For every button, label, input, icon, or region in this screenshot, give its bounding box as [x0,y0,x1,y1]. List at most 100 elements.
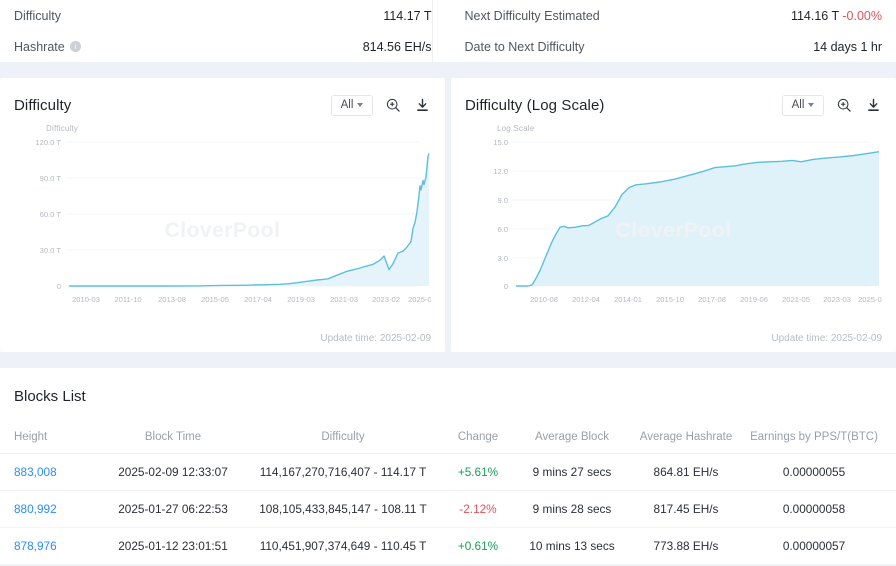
chart-axis-name-difficulty: Difficulty [46,124,79,133]
svg-text:15.0: 15.0 [493,138,508,147]
range-select-difficulty-log[interactable]: All [782,94,824,116]
range-select-difficulty[interactable]: All [331,94,373,116]
section-gap [0,62,896,78]
cell-average-hashrate: 773.88 EH/s [626,527,746,565]
svg-text:0: 0 [57,282,61,291]
col-header-difficulty: Difficulty [248,423,438,454]
chart-tools-difficulty: All [331,94,431,116]
blocks-table-head: Height Block Time Difficulty Change Aver… [0,423,896,454]
svg-text:60.0 T: 60.0 T [40,210,62,219]
svg-text:2010-03: 2010-03 [72,295,100,304]
svg-text:90.0 T: 90.0 T [40,174,62,183]
chevron-down-icon [357,103,364,107]
summary-value-difficulty: 114.17 T [383,8,432,23]
svg-text:2015-05: 2015-05 [201,295,229,304]
summary-label-difficulty: Difficulty [14,8,62,23]
chart-axis-name-difficulty-log: Log Scale [497,124,535,133]
chart-update-time-difficulty: Update time: 2025-02-09 [320,333,431,344]
col-header-earnings: Earnings by PPS/T(BTC) [746,423,896,454]
zoom-in-icon[interactable] [836,97,853,114]
svg-text:30.0 T: 30.0 T [40,246,62,255]
cell-average-block: 9 mins 28 secs [518,490,626,528]
col-header-change: Change [438,423,518,454]
blocks-list-title: Blocks List [14,388,86,405]
svg-text:12.0: 12.0 [493,167,508,176]
cell-difficulty: 110,451,907,374,649 - 110.45 T [248,527,438,565]
block-height-link[interactable]: 880,992 [14,502,57,516]
summary-label-hashrate-text: Hashrate [14,39,65,54]
chart-svg-difficulty-log: 15.0 12.0 9.0 6.0 3.0 0 2010-08 2012-04 … [493,138,882,304]
svg-text:2011-10: 2011-10 [114,295,141,304]
chart-header-difficulty: Difficulty All [14,92,431,118]
range-select-difficulty-log-label: All [791,99,805,111]
summary-value-next-difficulty: 114.16 T -0.00% [791,9,882,23]
svg-text:2023-03: 2023-03 [823,295,851,304]
cell-block-time: 2025-01-12 23:01:51 [98,527,248,565]
summary-row-difficulty: Difficulty 114.17 T [14,0,432,31]
svg-text:2025-02: 2025-02 [408,295,431,304]
cell-change: -2.12% [438,490,518,528]
chart-update-time-difficulty-log: Update time: 2025-02-09 [771,333,882,344]
svg-text:2023-02: 2023-02 [372,295,400,304]
summary-label-next-difficulty: Next Difficulty Estimated [464,8,600,23]
svg-text:2015-10: 2015-10 [656,295,684,304]
next-difficulty-value: 114.16 T [790,8,839,23]
cell-average-block: 10 mins 13 secs [518,527,626,565]
svg-text:2010-08: 2010-08 [530,295,558,304]
svg-text:3.0: 3.0 [497,254,508,263]
cell-earnings: 0.00000057 [746,527,896,565]
chart-header-difficulty-log: Difficulty (Log Scale) All [465,92,882,118]
charts-row: Difficulty All Difficulty CloverPool 120… [0,78,896,352]
table-row[interactable]: 880,992 2025-01-27 06:22:53 108,105,433,… [0,490,896,528]
chart-card-difficulty-log: Difficulty (Log Scale) All Log Scale Clo… [451,78,896,352]
cell-change: +5.61% [438,453,518,491]
col-header-block-time: Block Time [98,423,248,454]
summary-row-hashrate: Hashrate i 814.56 EH/s [14,31,432,62]
chart-tools-difficulty-log: All [782,94,882,116]
summary-strip: Difficulty 114.17 T Hashrate i 814.56 EH… [0,0,896,62]
chart-plot-difficulty: Difficulty CloverPool 120.0 T 90.0 T 60.… [14,124,431,329]
next-difficulty-delta: -0.00% [842,8,882,23]
cell-height[interactable]: 880,992 [0,490,98,528]
svg-text:6.0: 6.0 [497,225,508,234]
cell-difficulty: 114,167,270,716,407 - 114.17 T [248,453,438,491]
cell-average-hashrate: 817.45 EH/s [626,490,746,528]
svg-text:2012-04: 2012-04 [572,295,600,304]
table-header-row: Height Block Time Difficulty Change Aver… [0,423,896,454]
block-height-link[interactable]: 878,976 [14,539,57,553]
svg-text:2017-08: 2017-08 [698,295,726,304]
chart-svg-difficulty: 120.0 T 90.0 T 60.0 T 30.0 T 0 2010-03 2… [35,138,431,304]
cell-average-hashrate: 864.81 EH/s [626,453,746,491]
download-icon[interactable] [414,97,431,114]
svg-text:2019-06: 2019-06 [740,295,768,304]
difficulty-dashboard: Difficulty 114.17 T Hashrate i 814.56 EH… [0,0,896,566]
col-header-average-block: Average Block [518,423,626,454]
summary-column-right: Next Difficulty Estimated 114.16 T -0.00… [431,0,883,62]
cell-block-time: 2025-01-27 06:22:53 [98,490,248,528]
chevron-down-icon [808,103,815,107]
summary-column-left: Difficulty 114.17 T Hashrate i 814.56 EH… [14,0,432,62]
chart-plot-difficulty-log: Log Scale CloverPool 15.0 12.0 9.0 6.0 3… [465,124,882,329]
cell-difficulty: 108,105,433,845,147 - 108.11 T [248,490,438,528]
block-height-link[interactable]: 883,008 [14,465,57,479]
cell-height[interactable]: 878,976 [0,527,98,565]
download-icon[interactable] [865,97,882,114]
col-header-height: Height [0,423,98,454]
summary-value-date-next-difficulty: 14 days 1 hr [813,39,882,54]
summary-row-date-next-difficulty: Date to Next Difficulty 14 days 1 hr [465,31,883,62]
cell-block-time: 2025-02-09 12:33:07 [98,453,248,491]
info-icon[interactable]: i [69,41,81,52]
summary-value-hashrate: 814.56 EH/s [362,39,432,54]
table-row[interactable]: 883,008 2025-02-09 12:33:07 114,167,270,… [0,453,896,491]
summary-label-hashrate: Hashrate i [14,40,81,54]
cell-earnings: 0.00000055 [746,453,896,491]
range-select-difficulty-label: All [340,99,354,111]
svg-text:2014-01: 2014-01 [614,295,642,304]
cell-average-block: 9 mins 27 secs [518,453,626,491]
svg-text:120.0 T: 120.0 T [35,138,61,147]
table-row[interactable]: 878,976 2025-01-12 23:01:51 110,451,907,… [0,527,896,565]
chart-title-difficulty-log: Difficulty (Log Scale) [465,96,605,114]
svg-text:2013-08: 2013-08 [158,295,186,304]
cell-height[interactable]: 883,008 [0,453,98,491]
zoom-in-icon[interactable] [385,97,402,114]
